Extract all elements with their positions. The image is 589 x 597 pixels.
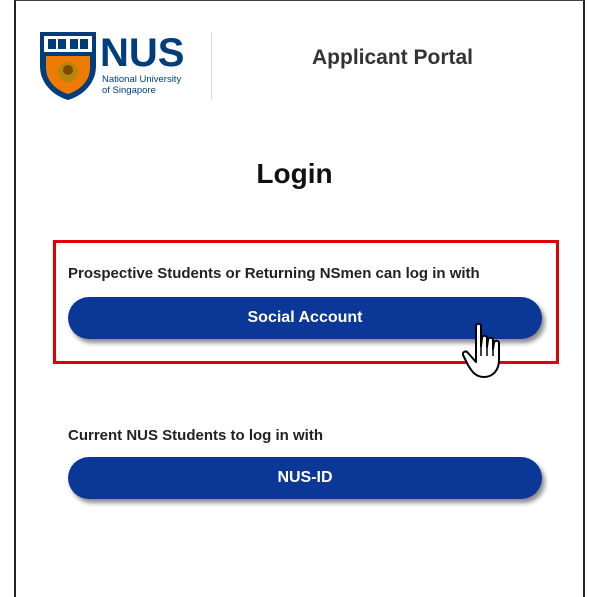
header-divider: [211, 32, 212, 100]
nus-tagline-line1: National University: [102, 74, 181, 85]
nus-logo[interactable]: NUS National University of Singapore: [36, 26, 201, 102]
hand-pointer-icon: [462, 322, 500, 378]
nus-tagline-line2: of Singapore: [102, 85, 156, 96]
nus-crest-icon: [40, 32, 96, 100]
nusid-login-prompt: Current NUS Students to log in with: [68, 427, 323, 444]
portal-title: Applicant Portal: [312, 46, 474, 69]
social-login-prompt: Prospective Students or Returning NSmen …: [68, 265, 480, 282]
nus-id-button[interactable]: NUS-ID: [68, 457, 542, 499]
nus-wordmark: NUS: [100, 31, 184, 75]
login-heading: Login: [256, 158, 333, 189]
